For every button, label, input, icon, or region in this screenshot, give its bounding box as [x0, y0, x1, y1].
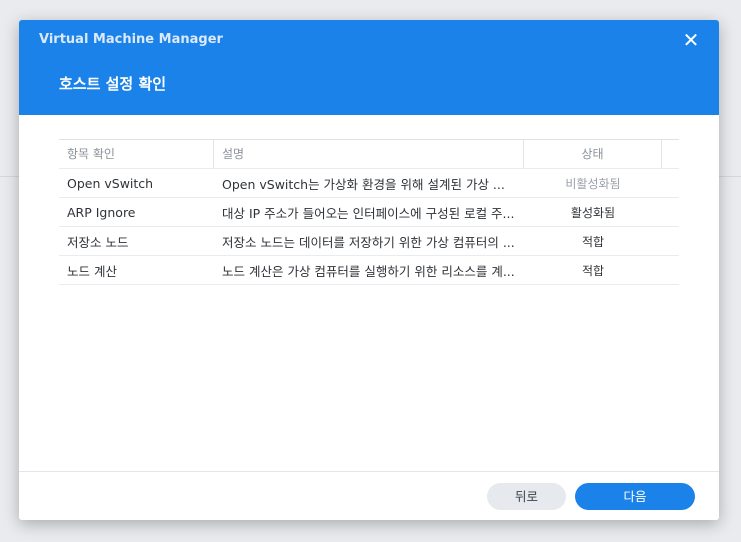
item-cell: Open vSwitch — [67, 175, 154, 191]
host-settings-dialog: Virtual Machine Manager ✕ 호스트 설정 확인 항목 확… — [19, 20, 719, 520]
app-title: Virtual Machine Manager — [39, 32, 223, 47]
dialog-header: Virtual Machine Manager ✕ 호스트 설정 확인 — [19, 20, 719, 115]
description-cell: 노드 계산은 가상 컴퓨터를 실행하기 위한 리소스를 계... — [222, 263, 515, 279]
table-row[interactable]: ARP Ignore 대상 IP 주소가 들어오는 인터페이스에 구성된 로컬 … — [59, 198, 679, 227]
table-row[interactable]: 노드 계산 노드 계산은 가상 컴퓨터를 실행하기 위한 리소스를 계... 적… — [59, 256, 679, 285]
back-button[interactable]: 뒤로 — [487, 483, 566, 510]
table-row[interactable]: Open vSwitch Open vSwitch는 가상화 환경을 위해 설계… — [59, 169, 679, 198]
item-cell: 노드 계산 — [67, 263, 117, 279]
item-cell: ARP Ignore — [67, 204, 136, 220]
table-header-row: 항목 확인 설명 상태 — [59, 140, 679, 169]
status-cell: 비활성화됨 — [565, 176, 621, 191]
dialog-footer: 뒤로 다음 — [19, 471, 719, 520]
column-header-item[interactable]: 항목 확인 — [59, 140, 214, 168]
next-button[interactable]: 다음 — [575, 483, 695, 510]
description-cell: 대상 IP 주소가 들어오는 인터페이스에 구성된 로컬 주... — [222, 205, 515, 221]
status-cell: 활성화됨 — [570, 205, 616, 220]
status-cell: 적합 — [581, 263, 605, 278]
page-title: 호스트 설정 확인 — [59, 75, 167, 93]
description-cell: 저장소 노드는 데이터를 저장하기 위한 가상 컴퓨터의 ... — [222, 234, 515, 250]
close-icon[interactable]: ✕ — [681, 30, 701, 50]
check-table: 항목 확인 설명 상태 Open vSwitch Open vSwitch는 가… — [59, 139, 679, 285]
item-cell: 저장소 노드 — [67, 234, 129, 250]
column-header-status[interactable]: 상태 — [524, 140, 662, 168]
column-header-spacer — [662, 140, 679, 168]
column-header-description[interactable]: 설명 — [214, 140, 524, 168]
table-row[interactable]: 저장소 노드 저장소 노드는 데이터를 저장하기 위한 가상 컴퓨터의 ... … — [59, 227, 679, 256]
description-cell: Open vSwitch는 가상화 환경을 위해 설계된 가상 ... — [222, 176, 505, 192]
status-cell: 적합 — [581, 234, 605, 249]
